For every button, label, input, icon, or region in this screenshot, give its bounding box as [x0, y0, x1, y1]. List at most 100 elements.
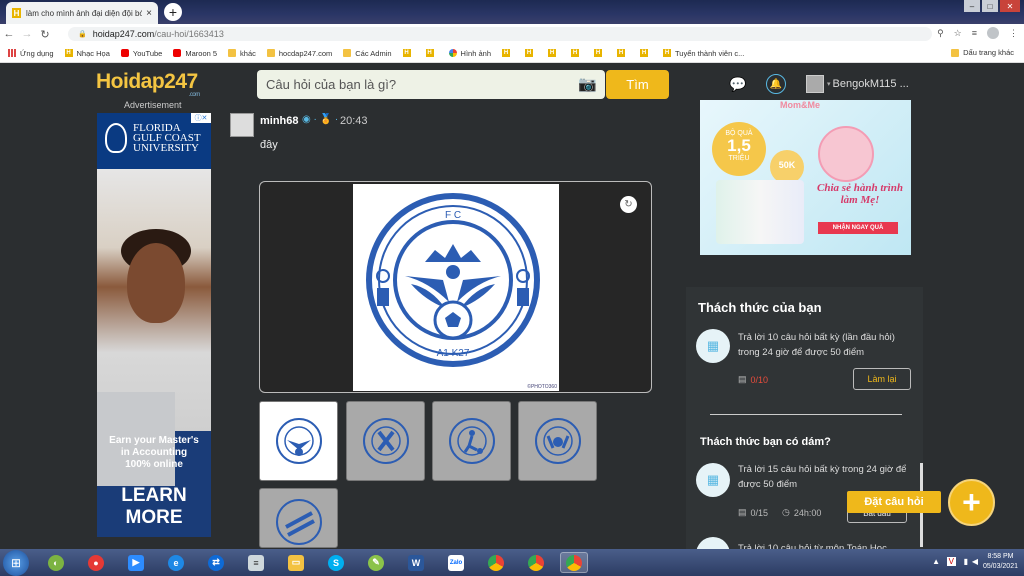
- taskbar-notepad[interactable]: ≡: [242, 552, 270, 573]
- retry-button[interactable]: Làm lại: [853, 368, 911, 390]
- bookmark-item[interactable]: H: [425, 49, 438, 57]
- site-logo[interactable]: Hoidap247 .com: [96, 70, 200, 98]
- media-icon[interactable]: ≡: [972, 28, 977, 38]
- tab-close-icon[interactable]: ×: [146, 8, 152, 19]
- bookmark-item[interactable]: H: [548, 49, 560, 57]
- username: BengokM115 ...: [832, 78, 909, 90]
- taskbar-chrome[interactable]: [482, 552, 510, 573]
- word-icon: W: [408, 554, 424, 571]
- challenge-2-text: Trả lời 15 câu hỏi bất kỳ trong 24 giờ đ…: [738, 464, 907, 490]
- taskbar-chrome-2[interactable]: [522, 552, 550, 573]
- user-menu[interactable]: ▾ BengokM115 ...: [806, 75, 909, 93]
- bookmark-item[interactable]: YouTube: [120, 49, 162, 58]
- taskbar-word[interactable]: W: [402, 552, 430, 573]
- maximize-icon[interactable]: □: [982, 0, 998, 12]
- star-icon[interactable]: ☆: [954, 28, 962, 39]
- author-avatar[interactable]: [230, 113, 254, 137]
- search-button[interactable]: Tìm: [606, 70, 669, 99]
- forward-arrow-icon[interactable]: →: [18, 28, 36, 40]
- camera-icon[interactable]: 📷: [578, 75, 597, 93]
- fold-bookmark-icon: [343, 49, 352, 57]
- tray-network-icon[interactable]: ▮: [964, 557, 968, 566]
- thumbnail-crest-icon: [448, 418, 495, 464]
- ask-question-button[interactable]: Đặt câu hỏi: [847, 491, 941, 513]
- start-button[interactable]: ⊞: [3, 550, 29, 576]
- thumbnail-1[interactable]: [259, 401, 338, 481]
- zalo-icon: Zalo: [448, 554, 464, 571]
- back-arrow-icon[interactable]: ←: [0, 28, 18, 40]
- bookmark-item[interactable]: hocdap247.com: [266, 49, 332, 58]
- ad-cta[interactable]: LEARN MORE: [97, 485, 211, 529]
- url-host: hoidap247.com: [92, 29, 155, 39]
- right-advertisement[interactable]: Mom&Me BỘ QUÀ 1,5 TRIỆU 50K Chia sẻ hành…: [700, 100, 911, 255]
- ad-right-cta[interactable]: NHẬN NGAY QUÀ: [818, 222, 898, 234]
- new-tab-button[interactable]: +: [164, 3, 182, 21]
- bookmark-item[interactable]: H: [502, 49, 514, 57]
- taskbar-skype[interactable]: S: [322, 552, 350, 573]
- chat-icon[interactable]: 💬: [728, 74, 748, 94]
- thumbnail-crest-icon: [534, 418, 581, 464]
- bookmark-item[interactable]: H: [594, 49, 606, 57]
- taskbar-ie[interactable]: e: [162, 552, 190, 573]
- left-advertisement[interactable]: FLORIDA GULF COAST UNIVERSITY ⓘ✕ Earn yo…: [97, 113, 211, 537]
- bookmark-item[interactable]: H: [640, 49, 652, 57]
- add-question-button[interactable]: +: [948, 479, 995, 526]
- taskbar-app-1[interactable]: ◐: [42, 552, 70, 573]
- search-input[interactable]: Câu hỏi của bạn là gì? 📷: [257, 70, 605, 99]
- bell-icon[interactable]: 🔔: [766, 74, 786, 94]
- bookmark-item[interactable]: H: [525, 49, 537, 57]
- tray-v-icon[interactable]: V: [946, 557, 956, 566]
- minimize-icon[interactable]: –: [964, 0, 980, 12]
- bookmark-item[interactable]: H Tuyển thành viên c...: [663, 49, 744, 58]
- h-bookmark-icon: H: [640, 49, 648, 57]
- profile-icon[interactable]: [987, 27, 999, 39]
- thumbnail-5[interactable]: [259, 488, 338, 548]
- bookmark-label: khác: [240, 48, 256, 58]
- apps-bookmark-icon: [8, 49, 16, 57]
- bookmark-item[interactable]: Ứng dụng: [8, 49, 54, 58]
- ad-school-line3: UNIVERSITY: [133, 142, 199, 154]
- h-bookmark-icon: H: [502, 49, 510, 57]
- main-image[interactable]: F C A1 K27 ©PHOTO360: [353, 184, 559, 391]
- bookmark-item[interactable]: Các Admin: [343, 49, 392, 58]
- menu-dots-icon[interactable]: ⋮: [1009, 28, 1018, 39]
- address-bar[interactable]: 🔒 hoidap247.com /cau-hoi/1663413: [68, 27, 932, 41]
- bookmark-item[interactable]: khác: [228, 49, 256, 58]
- bookmark-item[interactable]: H: [402, 49, 415, 57]
- taskbar-zalo[interactable]: Zalo: [442, 552, 470, 573]
- taskbar-paint[interactable]: ✎: [362, 552, 390, 573]
- voucher-badge: 50K: [770, 150, 804, 184]
- chevron-down-icon: ▾: [827, 81, 831, 88]
- thumbnail-crest-icon: [275, 418, 322, 464]
- bookmark-item[interactable]: H: [571, 49, 583, 57]
- thumbnail-2[interactable]: [346, 401, 425, 481]
- close-window-icon[interactable]: ✕: [1000, 0, 1020, 12]
- zoom-icon[interactable]: ⚲: [937, 28, 944, 39]
- taskbar-zoom[interactable]: ▶: [122, 552, 150, 573]
- ad-copy-line1: Earn your Master's: [109, 435, 199, 446]
- bookmark-item[interactable]: Maroon 5: [173, 49, 217, 58]
- tray-up-arrow-icon[interactable]: ▲: [932, 557, 940, 566]
- author-name[interactable]: minh68: [260, 115, 299, 127]
- rotate-image-icon[interactable]: ↻: [620, 196, 637, 213]
- browser-tab[interactable]: H làm cho mình ảnh đại diện đội bóng ×: [6, 2, 158, 24]
- logo-text: Hoidap247: [96, 70, 198, 93]
- thumbnail-crest-icon: [362, 418, 409, 464]
- taskbar-chrome-active[interactable]: [560, 552, 588, 573]
- taskbar-app-2[interactable]: ●: [82, 552, 110, 573]
- ad-close-icon[interactable]: ⓘ✕: [191, 113, 211, 123]
- taskbar-explorer[interactable]: ▭: [282, 552, 310, 573]
- bookmark-item[interactable]: H: [617, 49, 629, 57]
- thumbnail-4[interactable]: [518, 401, 597, 481]
- thumbnail-3[interactable]: [432, 401, 511, 481]
- tray-volume-icon[interactable]: ◀: [972, 557, 978, 566]
- ie-icon: e: [168, 554, 184, 571]
- bookmark-item[interactable]: Hình ảnh: [448, 49, 491, 58]
- bookmark-other-label: Dấu trang khác: [963, 48, 1014, 57]
- bookmark-item[interactable]: H Nhạc Họa: [64, 49, 110, 58]
- taskbar-teamviewer[interactable]: ⇄: [202, 552, 230, 573]
- bookmark-other[interactable]: Dấu trang khác: [951, 48, 1014, 57]
- image-viewer[interactable]: F C A1 K27 ©PHOTO360 ↻: [259, 181, 652, 393]
- system-clock[interactable]: 8:58 PM 05/03/2021: [983, 552, 1018, 572]
- reload-icon[interactable]: ↻: [36, 28, 54, 41]
